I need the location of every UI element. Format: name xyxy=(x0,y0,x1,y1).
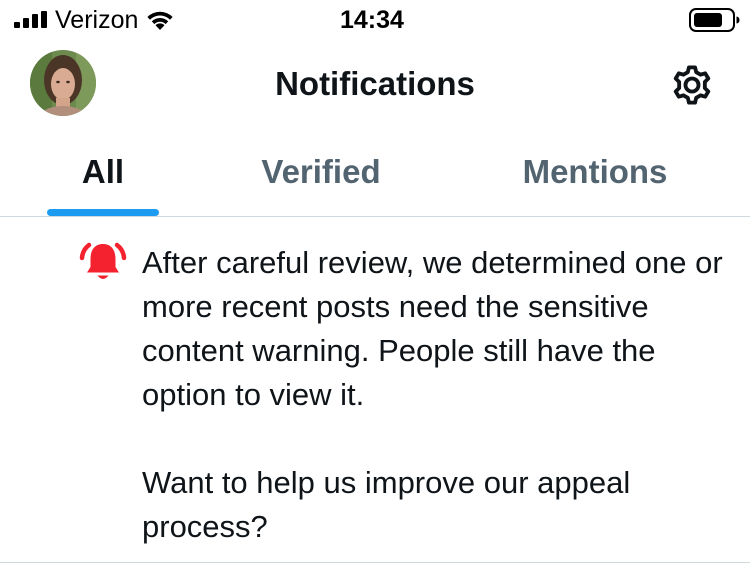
notification-tabs: All Verified Mentions xyxy=(0,138,750,216)
page-title: Notifications xyxy=(275,65,475,102)
active-tab-indicator xyxy=(47,209,159,216)
clock: 14:34 xyxy=(340,6,404,34)
notification-text: After careful review, we determined one … xyxy=(142,241,742,549)
notification-message: After careful review, we determined one … xyxy=(142,245,723,412)
bell-icon xyxy=(79,242,127,279)
gear-icon[interactable] xyxy=(669,62,715,108)
notification-item[interactable]: After careful review, we determined one … xyxy=(0,217,750,562)
notifications-screen: Verizon 14:34 Notifications All Verified… xyxy=(0,0,750,584)
wifi-icon xyxy=(147,11,173,30)
tab-mentions[interactable]: Mentions xyxy=(500,152,690,192)
appeal-survey-prompt[interactable]: Want to help us improve our appeal proce… xyxy=(142,461,742,549)
notification-divider xyxy=(0,562,750,563)
status-bar: Verizon 14:34 xyxy=(0,0,750,44)
battery-icon xyxy=(689,8,740,32)
tab-verified[interactable]: Verified xyxy=(230,152,412,192)
signal-bars-icon xyxy=(14,11,47,28)
tab-all[interactable]: All xyxy=(47,152,159,192)
carrier-name: Verizon xyxy=(55,6,139,34)
